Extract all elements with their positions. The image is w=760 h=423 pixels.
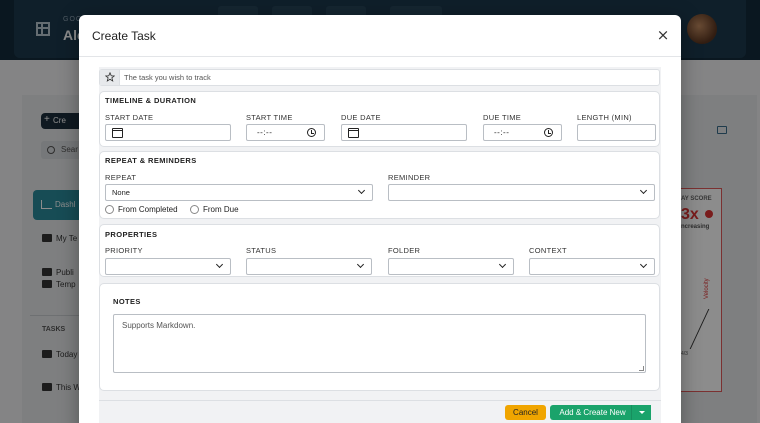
calendar-icon[interactable] — [348, 128, 359, 138]
calendar-icon[interactable] — [112, 128, 123, 138]
context-label: CONTEXT — [529, 246, 567, 255]
add-options-caret-icon[interactable] — [631, 405, 651, 420]
modal-header: Create Task × — [79, 15, 681, 57]
start-time-value: --:-- — [257, 128, 273, 137]
start-time-input[interactable]: --:-- — [246, 124, 325, 141]
repeat-section: REPEAT & REMINDERS REPEAT None REMINDER … — [99, 151, 660, 219]
repeat-select[interactable]: None — [105, 184, 373, 201]
notes-textarea[interactable]: Supports Markdown. — [113, 314, 646, 373]
repeat-label: REPEAT — [105, 173, 137, 182]
status-label: STATUS — [246, 246, 277, 255]
priority-select[interactable] — [105, 258, 231, 275]
length-label: LENGTH (MIN) — [577, 113, 632, 122]
star-toggle-button[interactable] — [100, 70, 120, 85]
chevron-down-icon — [639, 260, 648, 269]
context-select[interactable] — [529, 258, 655, 275]
chevron-down-icon — [498, 260, 507, 269]
notes-placeholder: Supports Markdown. — [122, 321, 196, 330]
start-date-input[interactable] — [105, 124, 231, 141]
chevron-down-icon — [356, 260, 365, 269]
close-button[interactable]: × — [655, 27, 671, 43]
due-date-label: DUE DATE — [341, 113, 381, 122]
properties-title: PROPERTIES — [105, 230, 158, 239]
status-select[interactable] — [246, 258, 372, 275]
reminder-select[interactable] — [388, 184, 655, 201]
resize-handle-icon[interactable] — [639, 366, 644, 371]
properties-section: PROPERTIES PRIORITY STATUS FOLDER CONTEX… — [99, 224, 660, 277]
chevron-down-icon — [215, 260, 224, 269]
from-due-label: From Due — [203, 205, 239, 214]
task-title-input[interactable]: The task you wish to track — [124, 73, 211, 82]
clock-icon[interactable] — [544, 128, 553, 137]
repeat-select-value: None — [112, 188, 130, 197]
footer-divider — [99, 400, 661, 401]
create-task-modal: Create Task × The task you wish to track… — [79, 15, 681, 423]
priority-label: PRIORITY — [105, 246, 143, 255]
length-input[interactable] — [577, 124, 656, 141]
folder-label: FOLDER — [388, 246, 421, 255]
modal-title: Create Task — [92, 29, 156, 43]
from-completed-radio[interactable] — [105, 205, 114, 214]
timeline-title: TIMELINE & DURATION — [105, 96, 197, 105]
folder-select[interactable] — [388, 258, 514, 275]
chevron-down-icon — [639, 186, 648, 195]
from-completed-label: From Completed — [118, 205, 178, 214]
from-due-radio[interactable] — [190, 205, 199, 214]
star-icon — [105, 72, 115, 82]
reminder-label: REMINDER — [388, 173, 431, 182]
repeat-title: REPEAT & REMINDERS — [105, 156, 197, 165]
notes-title: NOTES — [113, 297, 141, 306]
timeline-section: TIMELINE & DURATION START DATE START TIM… — [99, 91, 660, 147]
due-date-input[interactable] — [341, 124, 467, 141]
chevron-down-icon — [357, 186, 366, 195]
due-time-label: DUE TIME — [483, 113, 522, 122]
due-time-input[interactable]: --:-- — [483, 124, 562, 141]
due-time-value: --:-- — [494, 128, 510, 137]
start-date-label: START DATE — [105, 113, 154, 122]
start-time-label: START TIME — [246, 113, 293, 122]
clock-icon[interactable] — [307, 128, 316, 137]
cancel-button[interactable]: Cancel — [505, 405, 546, 420]
task-title-row: The task you wish to track — [99, 69, 660, 86]
